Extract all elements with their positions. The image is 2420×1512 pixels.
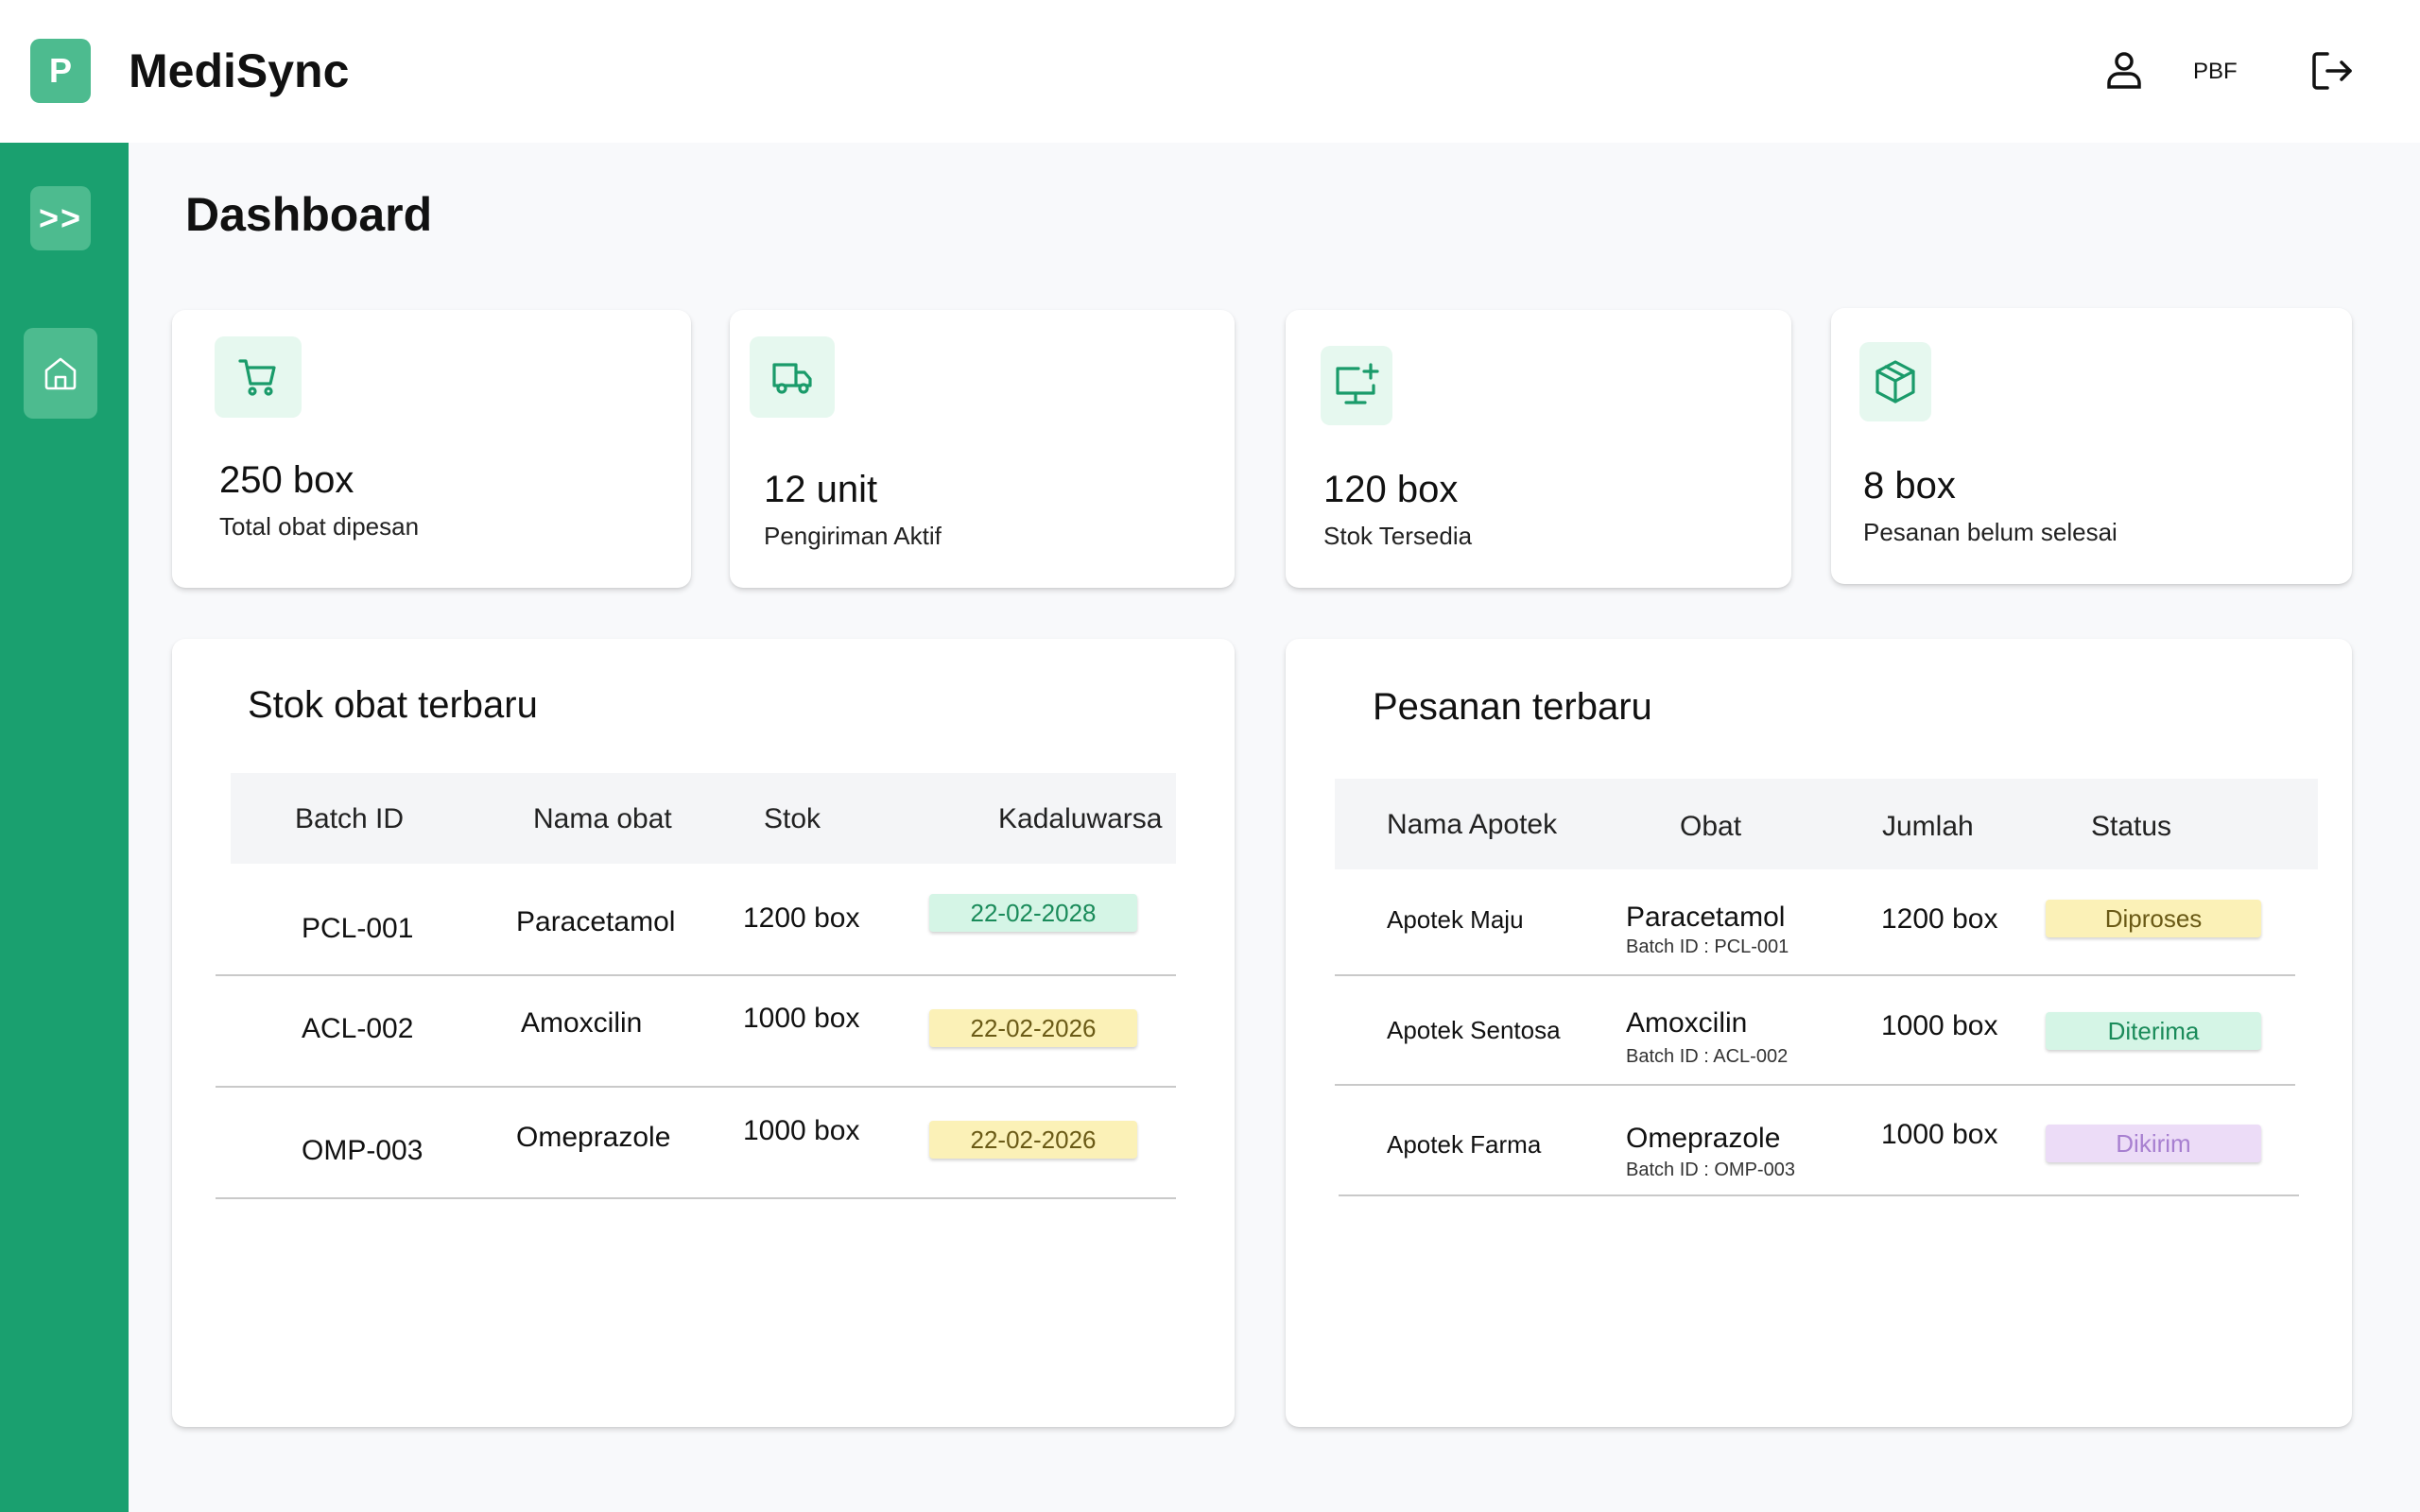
cart-icon (215, 336, 302, 418)
monitor-plus-icon (1321, 346, 1392, 425)
stat-label: Total obat dipesan (219, 512, 420, 541)
user-role-label: PBF (2193, 59, 2238, 84)
app-logo: P (30, 39, 91, 103)
batch-id-cell: PCL-001 (302, 913, 414, 944)
stat-card-total-ordered: 250 box Total obat dipesan (172, 310, 691, 588)
quantity-cell: 1000 box (1881, 1119, 1998, 1150)
drug-name-cell: Amoxcilin (1626, 1007, 1748, 1039)
drug-name-cell: Paracetamol (1626, 902, 1786, 933)
status-badge: Dikirim (2046, 1125, 2261, 1162)
row-divider (216, 1197, 1176, 1199)
stock-cell: 1000 box (743, 1003, 860, 1034)
status-badge: Diterima (2046, 1012, 2261, 1050)
column-header: Nama obat (533, 803, 672, 834)
expiry-badge: 22-02-2026 (929, 1009, 1137, 1047)
orders-panel: Pesanan terbaru Nama Apotek Obat Jumlah … (1286, 639, 2352, 1427)
expiry-badge: 22-02-2026 (929, 1121, 1137, 1159)
column-header: Batch ID (295, 803, 405, 834)
row-divider (216, 1086, 1176, 1088)
stat-label: Stok Tersedia (1323, 522, 1473, 550)
column-header: Obat (1680, 811, 1742, 842)
truck-icon (750, 336, 835, 418)
stat-value: 12 unit (764, 469, 878, 510)
drug-name-cell: Paracetamol (516, 906, 676, 937)
home-icon (44, 357, 77, 390)
package-icon (1859, 342, 1931, 421)
batch-id-cell: Batch ID : ACL-002 (1626, 1046, 1789, 1067)
drug-name-cell: Amoxcilin (521, 1007, 643, 1039)
stock-panel: Stok obat terbaru Batch ID Nama obat Sto… (172, 639, 1235, 1427)
stock-table-header: Batch ID Nama obat Stok Kadaluwarsa (231, 773, 1176, 864)
orders-panel-title: Pesanan terbaru (1373, 686, 1652, 728)
stat-card-available-stock: 120 box Stok Tersedia (1286, 310, 1791, 588)
batch-id-cell: ACL-002 (302, 1013, 414, 1044)
page-title: Dashboard (185, 188, 433, 241)
stock-panel-title: Stok obat terbaru (248, 684, 538, 726)
drug-name-cell: Omeprazole (516, 1122, 671, 1153)
batch-id-cell: Batch ID : PCL-001 (1626, 936, 1789, 957)
status-badge: Diproses (2046, 900, 2261, 937)
quantity-cell: 1200 box (1881, 903, 1998, 935)
stat-value: 250 box (219, 459, 354, 501)
column-header: Nama Apotek (1387, 809, 1558, 840)
stat-value: 120 box (1323, 469, 1459, 510)
row-divider (1335, 974, 2295, 976)
sidebar-item-home[interactable] (24, 328, 97, 419)
row-divider (1335, 1084, 2295, 1086)
batch-id-cell: Batch ID : OMP-003 (1626, 1160, 1795, 1180)
top-bar: P MediSync PBF (0, 0, 2420, 143)
sidebar: >> (0, 143, 129, 1512)
stock-cell: 1200 box (743, 902, 860, 934)
app-name: MediSync (129, 44, 350, 97)
row-divider (216, 974, 1176, 976)
user-icon[interactable] (2100, 47, 2148, 94)
column-header: Status (2091, 811, 2172, 842)
stat-value: 8 box (1863, 465, 1956, 507)
column-header: Stok (764, 803, 821, 834)
batch-id-cell: OMP-003 (302, 1135, 424, 1166)
logout-icon[interactable] (2308, 47, 2356, 94)
expiry-badge: 22-02-2028 (929, 894, 1137, 932)
stat-label: Pesanan belum selesai (1863, 518, 2118, 546)
pharmacy-cell: Apotek Sentosa (1387, 1016, 1561, 1044)
drug-name-cell: Omeprazole (1626, 1123, 1781, 1154)
row-divider (1339, 1194, 2299, 1196)
stat-card-active-shipments: 12 unit Pengiriman Aktif (730, 310, 1235, 588)
quantity-cell: 1000 box (1881, 1010, 1998, 1041)
pharmacy-cell: Apotek Maju (1387, 905, 1524, 934)
column-header: Kadaluwarsa (998, 803, 1163, 834)
stat-label: Pengiriman Aktif (764, 522, 942, 550)
pharmacy-cell: Apotek Farma (1387, 1130, 1542, 1159)
sidebar-toggle-button[interactable]: >> (30, 186, 91, 250)
column-header: Jumlah (1882, 811, 1974, 842)
orders-table-header: Nama Apotek Obat Jumlah Status (1335, 779, 2318, 869)
stock-cell: 1000 box (743, 1115, 860, 1146)
stat-card-pending-orders: 8 box Pesanan belum selesai (1831, 308, 2352, 584)
